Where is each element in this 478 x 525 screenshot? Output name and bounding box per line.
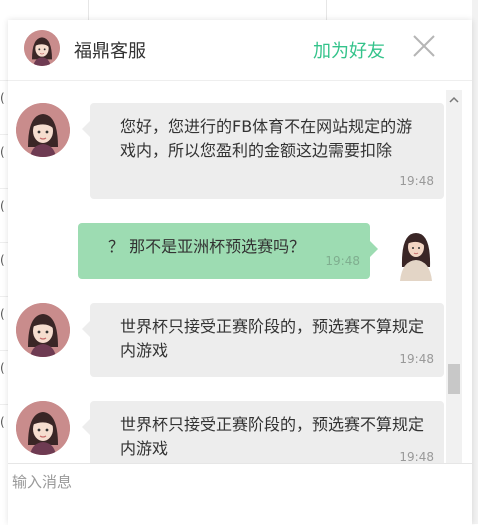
- agent-message-bubble: 您好，您进行的FB体育不在网站规定的游戏内，所以您盈利的金额这边需要扣除 19:…: [82, 103, 444, 199]
- message-list: 您好，您进行的FB体育不在网站规定的游戏内，所以您盈利的金额这边需要扣除 19:…: [8, 81, 448, 463]
- bubble-tail: [82, 321, 90, 337]
- female-avatar-icon: [24, 30, 60, 66]
- agent-avatar: [16, 401, 70, 455]
- chat-header: 福鼎客服 加为好友: [8, 20, 472, 81]
- agent-message-bubble: 世界杯只接受正赛阶段的，预选赛不算规定内游戏 19:48: [82, 401, 444, 463]
- list-stub-text: (: [0, 145, 5, 159]
- bubble-tail: [82, 419, 90, 435]
- close-button[interactable]: [412, 34, 436, 58]
- list-stub-text: (: [0, 199, 5, 213]
- agent-avatar: [24, 30, 60, 66]
- message-text: 您好，您进行的FB体育不在网站规定的游戏内，所以您盈利的金额这边需要扣除: [120, 117, 413, 160]
- bubble-tail: [370, 241, 378, 257]
- bubble-tail: [82, 121, 90, 137]
- background-tabs-strip: [0, 0, 478, 22]
- chat-title: 福鼎客服: [74, 41, 146, 62]
- message-scrollbar[interactable]: [446, 90, 462, 463]
- background-cell: [326, 0, 473, 22]
- agent-avatar: [16, 103, 70, 157]
- message-time: 19:48: [325, 254, 360, 268]
- my-avatar: [398, 227, 434, 281]
- message-time: 19:48: [399, 352, 434, 366]
- user-avatar-icon: [400, 233, 432, 281]
- list-stub-text: (: [0, 361, 5, 375]
- message-text: ？ 那不是亚洲杯预选赛吗？: [108, 237, 306, 256]
- message-input[interactable]: [8, 470, 456, 494]
- list-stub-text: (: [0, 253, 5, 267]
- composer: [8, 463, 472, 525]
- message-time: 19:48: [399, 174, 434, 188]
- list-stub-text: (: [0, 415, 5, 429]
- background-edge: [472, 0, 478, 524]
- scroll-up-button[interactable]: [449, 90, 459, 103]
- message-time: 19:48: [399, 450, 434, 463]
- message-text: 世界杯只接受正赛阶段的，预选赛不算规定内游戏: [120, 415, 425, 458]
- agent-avatar: [16, 303, 70, 357]
- chat-window: 福鼎客服 加为好友 您好，您进行的FB体育不在网站规定的游戏内，所以您盈利的金额…: [8, 20, 472, 525]
- chevron-up-icon: [449, 96, 459, 103]
- female-avatar-icon: [16, 401, 70, 455]
- close-icon: [413, 35, 435, 57]
- add-friend-button[interactable]: 加为好友: [313, 37, 385, 63]
- list-stub-text: (: [0, 91, 5, 105]
- agent-message-bubble: 世界杯只接受正赛阶段的，预选赛不算规定内游戏 19:48: [82, 303, 444, 377]
- scrollbar-thumb[interactable]: [448, 364, 460, 394]
- message-text: 世界杯只接受正赛阶段的，预选赛不算规定内游戏: [120, 317, 425, 360]
- background-cell: [88, 0, 327, 22]
- list-stub-text: (: [0, 307, 5, 321]
- my-message-bubble: ？ 那不是亚洲杯预选赛吗？ 19:48: [78, 223, 378, 279]
- female-avatar-icon: [16, 303, 70, 357]
- female-avatar-icon: [16, 103, 70, 157]
